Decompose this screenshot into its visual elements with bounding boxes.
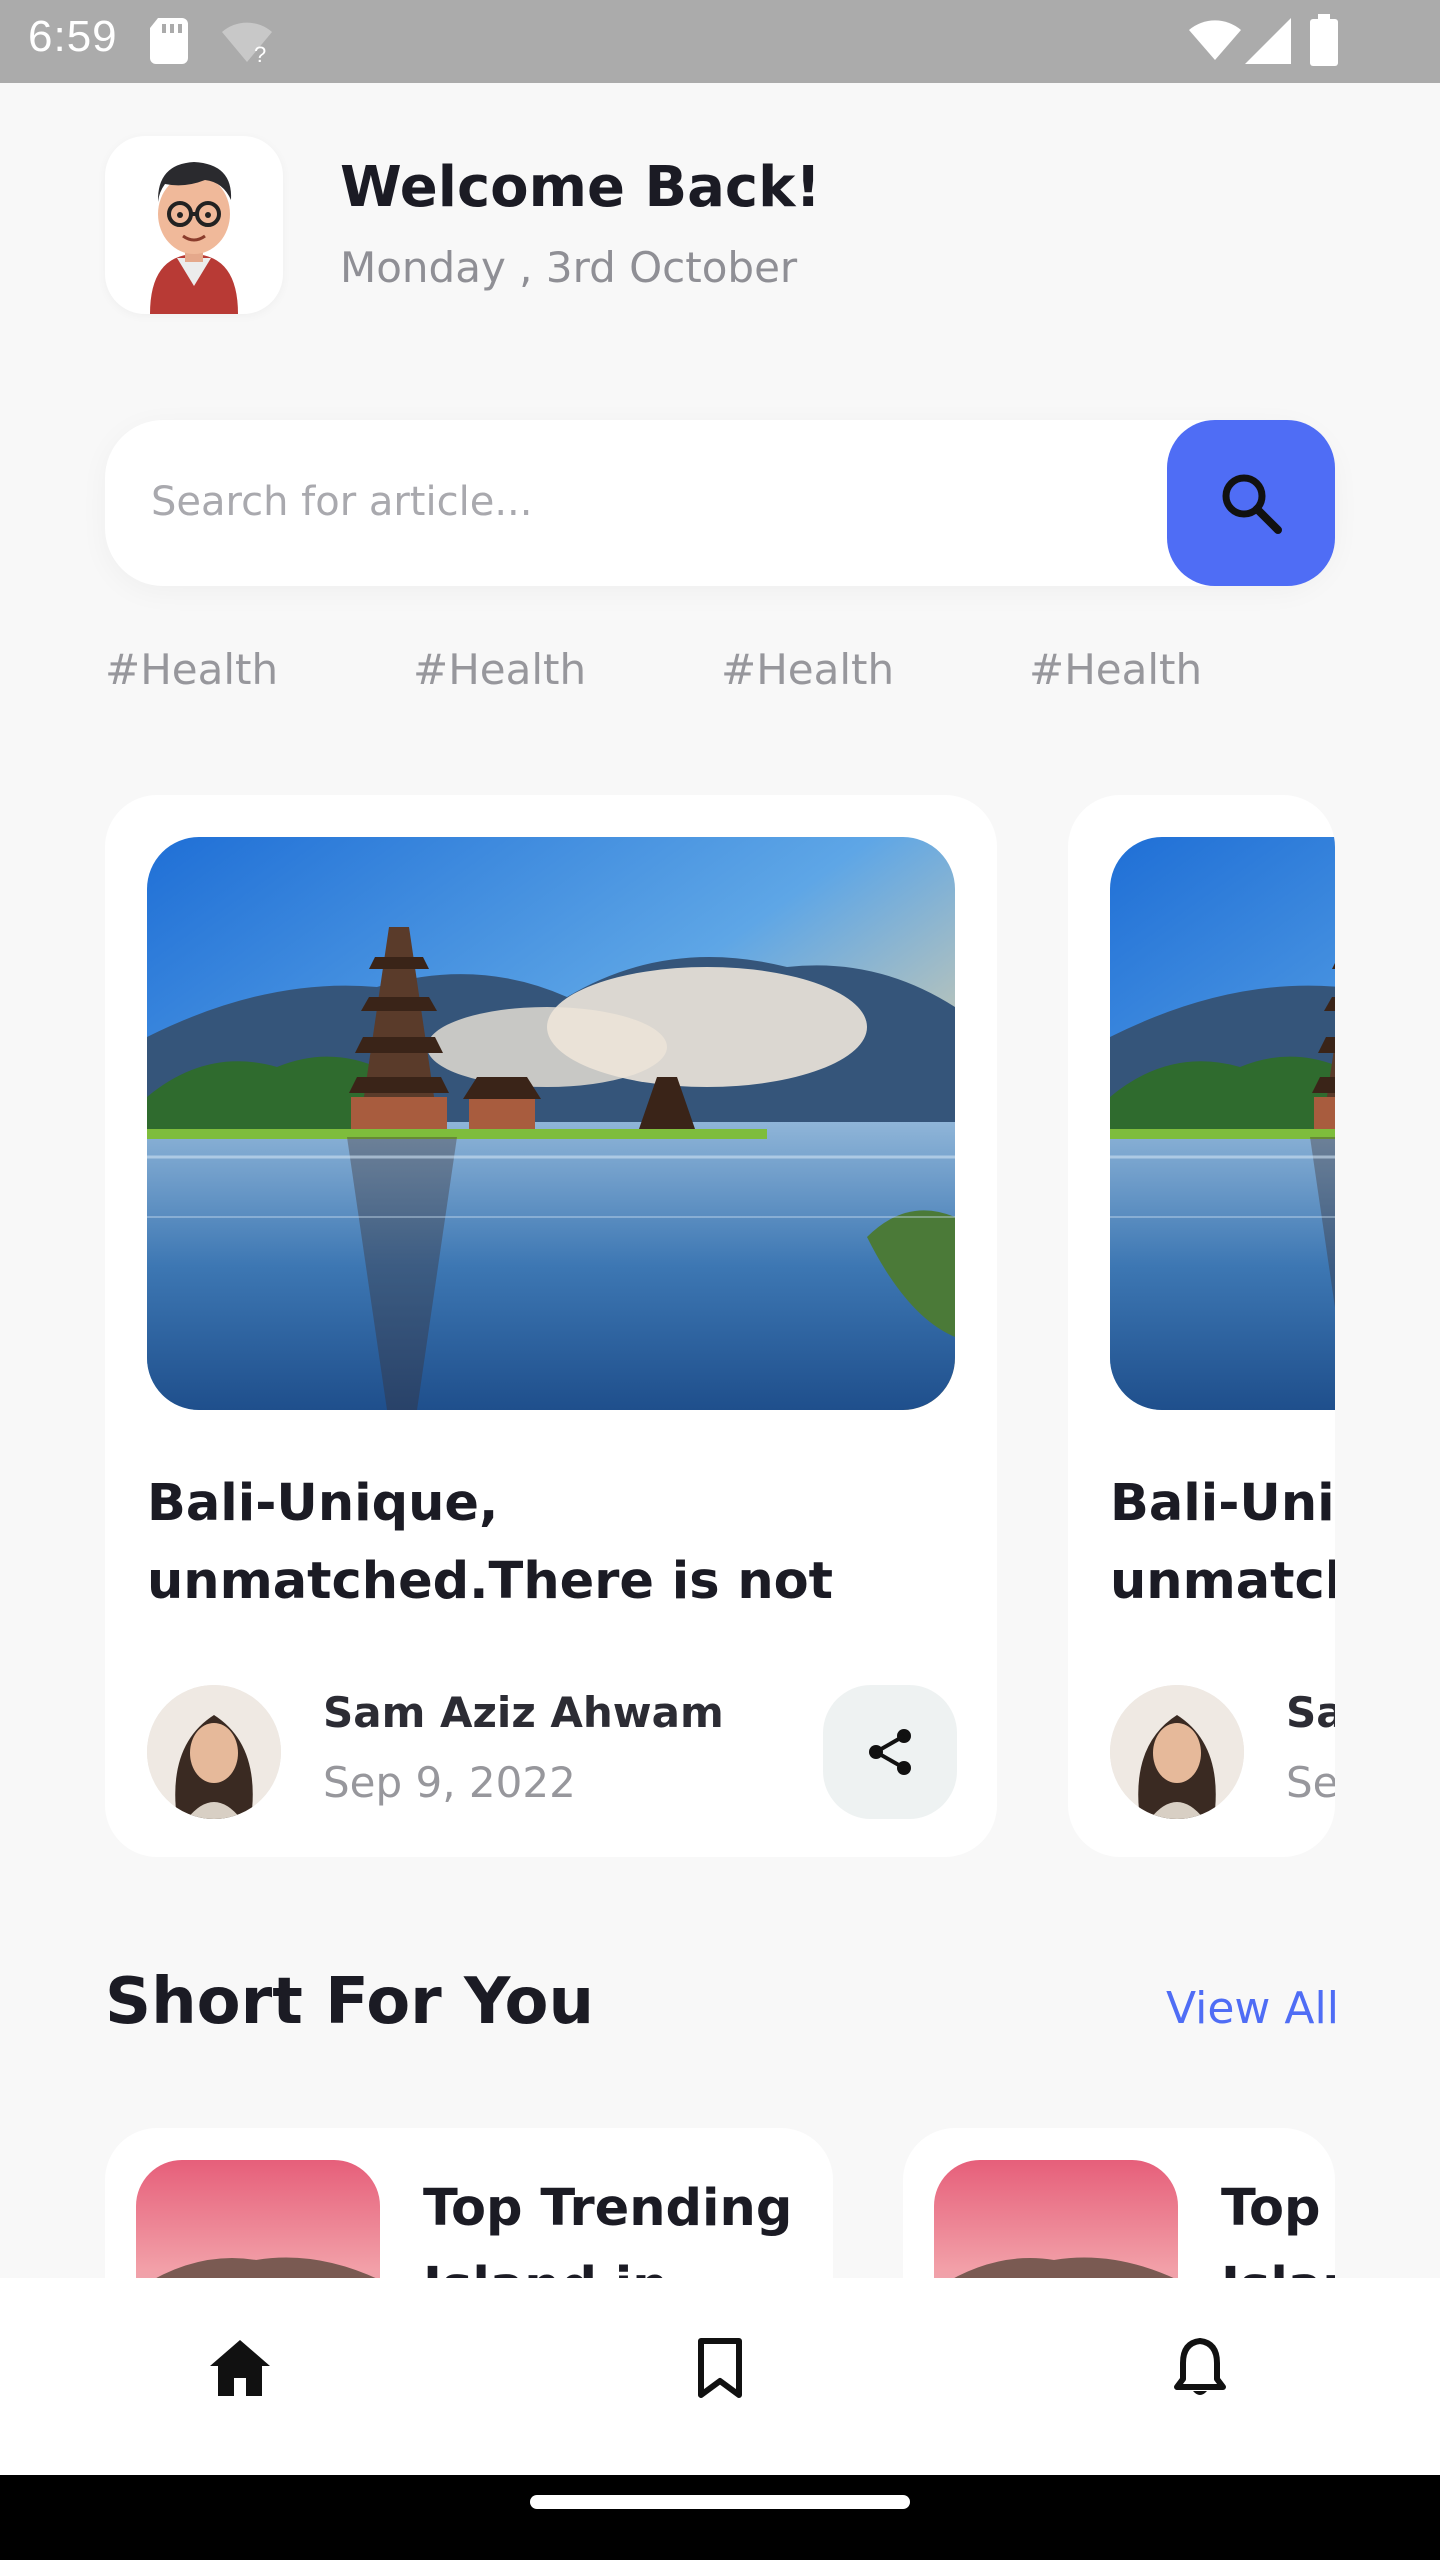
wifi-question-icon: ? [222,22,272,64]
tag-list: #Health #Health #Health #Health [105,645,1345,705]
nav-notifications[interactable] [1150,2318,1250,2418]
search-button[interactable] [1167,420,1335,586]
view-all-link[interactable]: View All [1166,1983,1339,2034]
wifi-icon [1189,20,1241,60]
nav-home[interactable] [190,2318,290,2418]
article-image [147,837,955,1410]
system-navigation-bar [0,2475,1440,2560]
search-icon [1222,474,1282,534]
section-title: Short For You [105,1965,594,2039]
status-time: 6:59 [28,12,118,61]
tag-chip[interactable]: #Health [413,645,586,694]
author-avatar [1110,1685,1244,1819]
tag-chip[interactable]: #Health [721,645,894,694]
battery-icon [1310,14,1338,66]
article-title: Bali-Unique, unmatched.There is not othe… [1110,1474,1335,1611]
signal-icon [1245,18,1291,64]
user-avatar[interactable] [105,136,283,314]
status-bar: 6:59 ? [0,0,1440,83]
current-date: Monday , 3rd October [340,243,798,292]
article-card[interactable]: Bali-Unique, unmatched.There is not othe… [1068,795,1335,1857]
welcome-heading: Welcome Back! [340,155,821,220]
memoji-avatar-image [150,162,238,314]
search-bar [105,420,1335,586]
svg-text:?: ? [254,42,266,64]
article-title: Bali-Unique, unmatched.There is not othe… [147,1474,834,1611]
article-date: Sep 9, 2022 [1286,1758,1335,1807]
article-date: Sep 9, 2022 [323,1758,576,1807]
nav-bookmarks[interactable] [670,2318,770,2418]
article-image [1110,837,1335,1410]
article-card[interactable]: Bali-Unique, unmatched.There is not othe… [105,795,997,1857]
tag-chip[interactable]: #Health [1029,645,1202,694]
search-input[interactable] [151,460,1151,544]
tag-chip[interactable]: #Health [105,645,278,694]
share-icon [869,1729,911,1775]
sd-card-icon [150,18,188,64]
author-name: Sam Aziz Ahwam [323,1688,724,1737]
share-button[interactable] [823,1685,957,1819]
home-icon [210,2340,270,2396]
bottom-navigation [0,2278,1440,2475]
bell-icon [1174,2338,1226,2395]
bookmark-icon [698,2338,742,2398]
author-avatar [147,1685,281,1819]
home-gesture-handle[interactable] [530,2495,910,2509]
author-name: Sam Aziz Ahwam [1286,1688,1335,1737]
